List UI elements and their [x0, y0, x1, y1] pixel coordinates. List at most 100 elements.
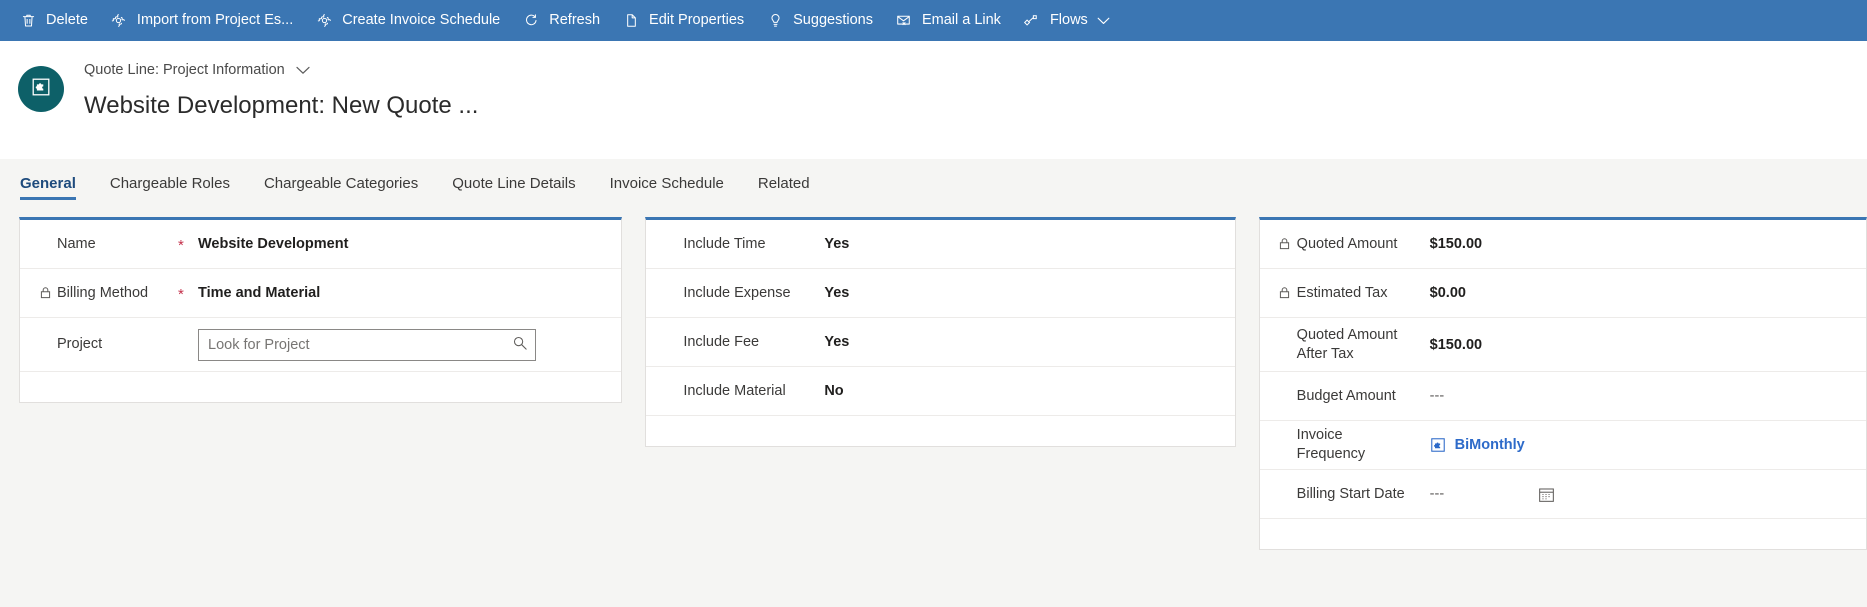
field-row-budget-amount: Budget Amount --- [1259, 372, 1866, 421]
command-label: Suggestions [793, 12, 873, 29]
field-row-project: Project [20, 318, 622, 372]
lock-icon [1278, 237, 1292, 251]
required-indicator: * [178, 285, 184, 303]
command-label: Edit Properties [649, 12, 745, 29]
field-label: Quoted Amount After Tax [1260, 326, 1410, 363]
tab-related[interactable]: Related [741, 159, 827, 207]
command-label: Email a Link [921, 12, 1001, 29]
command-edit-properties[interactable]: Edit Properties [611, 0, 755, 41]
tab-label: Invoice Schedule [609, 174, 724, 192]
form-body: Name * Website Development Billing Metho… [0, 207, 1867, 550]
command-flows[interactable]: Flows [1012, 0, 1121, 41]
field-value-invoice-frequency-wrapper[interactable]: BiMonthly [1430, 437, 1525, 454]
field-row-quoted-amount-after-tax: Quoted Amount After Tax $150.00 [1259, 318, 1866, 372]
project-lookup [198, 328, 536, 361]
command-label: Delete [46, 12, 88, 29]
tab-quote-line-details[interactable]: Quote Line Details [435, 159, 592, 207]
field-value-name[interactable]: Website Development [198, 236, 348, 252]
puzzle-entity-icon [1430, 437, 1447, 454]
field-label: Budget Amount [1296, 387, 1396, 404]
lightbulb-icon [766, 12, 784, 30]
card-amounts: Quoted Amount $150.00 Estimated Tax $0.0… [1258, 217, 1867, 550]
chevron-down-icon[interactable] [296, 66, 310, 75]
required-indicator: * [178, 236, 184, 254]
project-lookup-input[interactable] [198, 328, 536, 361]
refresh-icon [522, 12, 540, 30]
field-value-include-fee[interactable]: Yes [824, 334, 849, 350]
card-bottom-spacer [646, 416, 1234, 446]
field-label: Billing Start Date [1296, 485, 1405, 502]
breadcrumb-label: Quote Line: Project Information [84, 62, 285, 79]
field-label: Include Expense [683, 284, 791, 301]
trash-icon [19, 12, 37, 30]
field-row-include-material: Include Material No [646, 367, 1235, 416]
field-row-include-time: Include Time Yes [646, 220, 1235, 269]
command-bar: Delete Import from Project Es... Create … [0, 0, 1867, 41]
tab-chargeable-roles[interactable]: Chargeable Roles [93, 159, 247, 207]
field-label: Billing Method [20, 284, 178, 303]
card-inclusions: Include Time Yes Include Expense Yes Inc… [645, 217, 1236, 447]
field-label: Quoted Amount [1260, 235, 1410, 254]
project-lookup-search-button[interactable] [509, 334, 531, 356]
field-value-invoice-frequency: BiMonthly [1454, 437, 1525, 453]
card-general-details: Name * Website Development Billing Metho… [19, 217, 623, 403]
field-label-text: Billing Method [57, 284, 149, 301]
field-label-text: Estimated Tax [1296, 284, 1388, 301]
lock-icon [1278, 286, 1292, 300]
field-label: Include Time [683, 235, 766, 252]
page-edit-icon [622, 12, 640, 30]
field-label-line1: Quoted Amount [1296, 326, 1398, 343]
field-row-billing-method: Billing Method * Time and Material [20, 269, 622, 318]
field-label-text: Quoted Amount [1296, 235, 1398, 252]
command-import-from-project-estimate[interactable]: Import from Project Es... [99, 0, 304, 41]
command-refresh[interactable]: Refresh [511, 0, 611, 41]
tab-label: Quote Line Details [452, 174, 576, 192]
record-header: Quote Line: Project Information Website … [0, 41, 1867, 159]
page-title: Website Development: New Quote ... [84, 92, 479, 119]
command-label: Create Invoice Schedule [342, 12, 501, 29]
field-label-text: Quoted Amount After Tax [1297, 326, 1398, 363]
avatar [18, 66, 64, 112]
tab-bar: General Chargeable Roles Chargeable Cate… [0, 159, 1867, 207]
field-value-include-time[interactable]: Yes [824, 236, 849, 252]
command-suggestions[interactable]: Suggestions [755, 0, 884, 41]
field-row-billing-start-date: Billing Start Date --- [1259, 470, 1866, 519]
field-row-name: Name * Website Development [20, 220, 622, 269]
settings-gear-icon [315, 12, 333, 30]
command-delete[interactable]: Delete [8, 0, 99, 41]
command-label: Flows [1049, 12, 1088, 29]
field-row-invoice-frequency: Invoice Frequency BiMonthly [1259, 421, 1866, 470]
tab-general[interactable]: General [20, 159, 93, 207]
tab-label: Related [757, 174, 810, 192]
command-label: Refresh [549, 12, 601, 29]
field-label: Invoice Frequency [1296, 427, 1366, 462]
tab-chargeable-categories[interactable]: Chargeable Categories [247, 159, 435, 207]
field-value-include-expense[interactable]: Yes [824, 285, 849, 301]
command-create-invoice-schedule[interactable]: Create Invoice Schedule [304, 0, 511, 41]
lock-icon [38, 286, 52, 300]
field-label: Name [57, 235, 96, 252]
settings-gear-icon [110, 12, 128, 30]
field-value-billing-start-date[interactable]: --- [1430, 486, 1445, 502]
puzzle-entity-icon [30, 76, 52, 103]
field-value-estimated-tax[interactable]: $0.00 [1430, 285, 1466, 301]
tab-invoice-schedule[interactable]: Invoice Schedule [593, 159, 741, 207]
card-bottom-spacer [1260, 519, 1866, 549]
search-icon [512, 335, 528, 354]
chevron-down-icon [1097, 17, 1110, 25]
breadcrumb: Quote Line: Project Information [84, 60, 478, 81]
field-label-line2: After Tax [1296, 345, 1354, 362]
tab-label: Chargeable Roles [109, 174, 230, 192]
field-value-include-material[interactable]: No [824, 383, 843, 399]
command-label: Import from Project Es... [136, 12, 294, 29]
field-value-quoted-amount-after-tax[interactable]: $150.00 [1430, 337, 1482, 353]
email-link-icon [895, 12, 913, 30]
field-value-quoted-amount[interactable]: $150.00 [1430, 236, 1482, 252]
field-row-include-expense: Include Expense Yes [646, 269, 1235, 318]
field-value-budget-amount[interactable]: --- [1430, 388, 1445, 404]
tab-label: Chargeable Categories [263, 174, 419, 192]
field-row-estimated-tax: Estimated Tax $0.00 [1259, 269, 1866, 318]
calendar-icon[interactable] [1534, 482, 1558, 506]
field-value-billing-method[interactable]: Time and Material [198, 285, 320, 301]
command-email-a-link[interactable]: Email a Link [884, 0, 1012, 41]
